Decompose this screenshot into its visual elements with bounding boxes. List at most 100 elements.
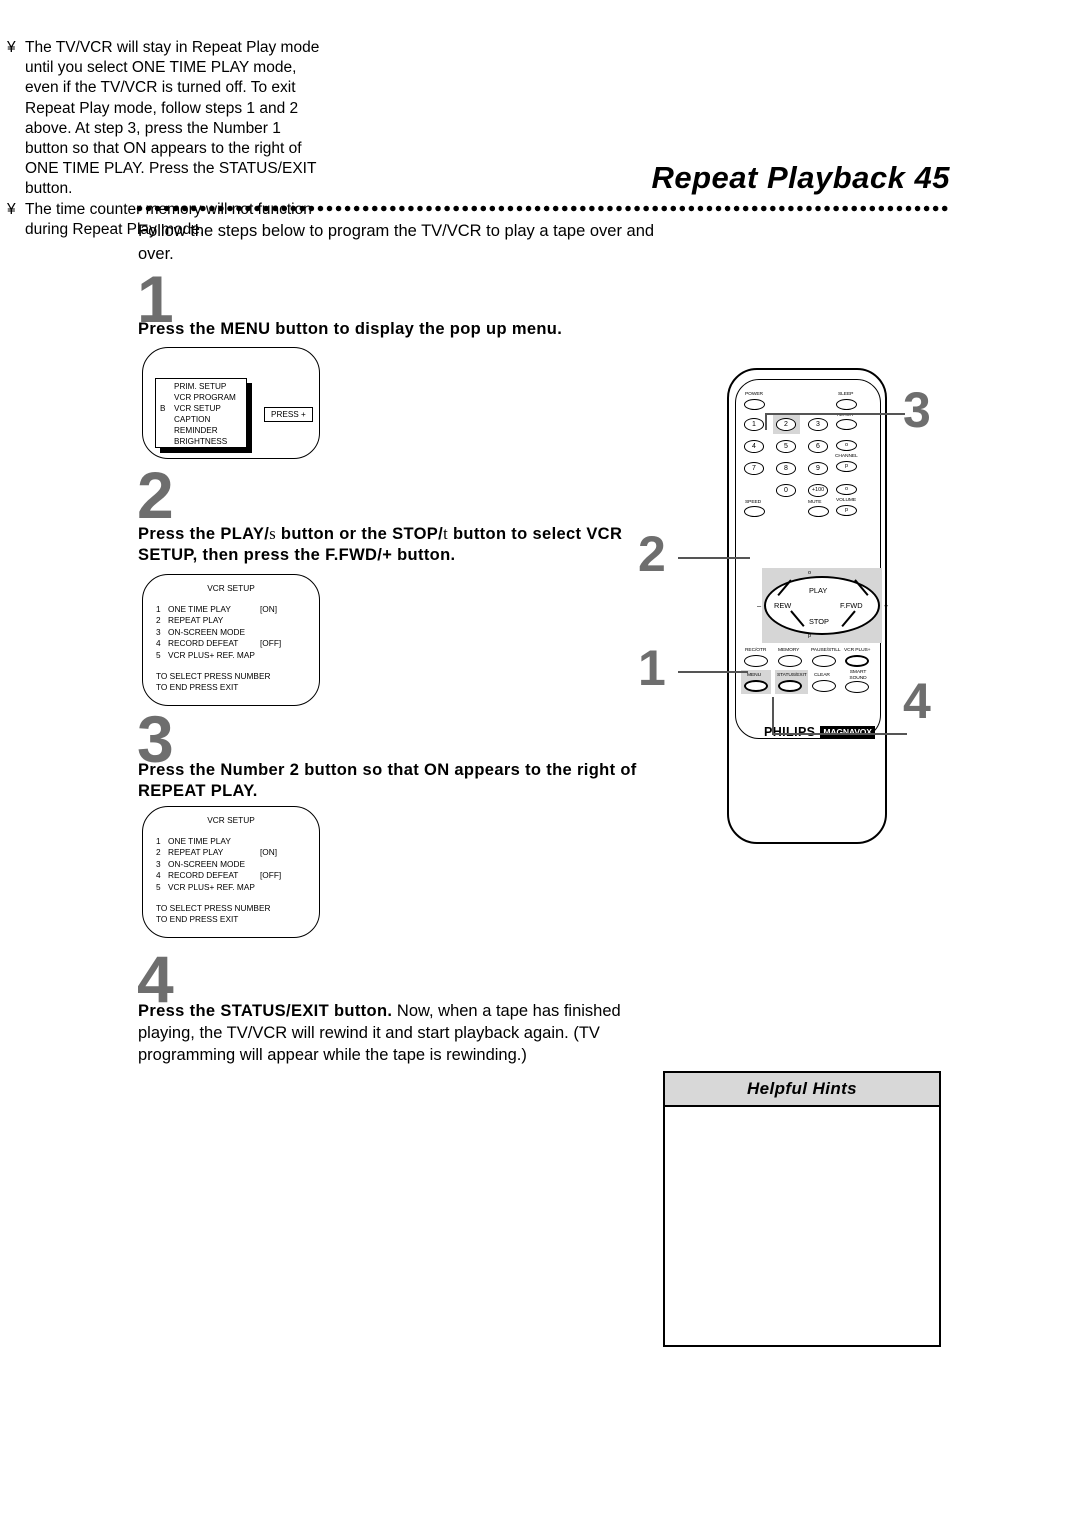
rec-otr-button[interactable] xyxy=(744,655,768,667)
volume-label: VOLUME xyxy=(836,498,857,503)
pause-still-label: PAUSE/STILL xyxy=(811,648,841,653)
row-label: VCR PLUS+ REF. MAP xyxy=(168,649,255,660)
vcr-setup-row: 3 ON-SCREEN MODE xyxy=(156,859,306,871)
popup-menu-item-label: REMINDER xyxy=(174,426,218,435)
rew-button-label[interactable]: REW xyxy=(774,601,791,610)
step-heading-2: Press the PLAY/s button or the STOP/t bu… xyxy=(138,523,654,566)
channel-up-button[interactable]: o xyxy=(836,440,857,451)
magnavox-wordmark: MAGNAVOX xyxy=(820,725,875,739)
play-button-label[interactable]: PLAY xyxy=(809,586,827,595)
brand-logo: PHILIPS MAGNAVOX xyxy=(764,725,875,739)
number-button-6[interactable]: 6 xyxy=(808,440,828,453)
popup-menu: PRIM. SETUP VCR PROGRAM B VCR SETUP CAPTI… xyxy=(155,378,247,448)
vcr-setup-footer-1: TO SELECT PRESS NUMBER xyxy=(156,902,271,913)
row-number: 5 xyxy=(156,881,161,892)
vcr-setup-row: 2 REPEAT PLAY [ON] xyxy=(156,847,306,859)
vcr-plus-button[interactable] xyxy=(845,655,869,667)
popup-menu-item-4: REMINDER xyxy=(156,425,246,436)
callout-number-1: 1 xyxy=(638,640,666,696)
row-label: REPEAT PLAY xyxy=(168,615,224,626)
popup-menu-item-label: CAPTION xyxy=(174,415,211,424)
step-heading-3: Press the Number 2 button so that ON app… xyxy=(138,761,637,800)
plus-symbol: + xyxy=(884,601,889,610)
number-button-5[interactable]: 5 xyxy=(776,440,796,453)
step2-text-b: button or the STOP/ xyxy=(275,525,444,543)
channel-label: CHANNEL xyxy=(835,454,858,459)
row-number: 5 xyxy=(156,649,161,660)
helpful-hints-title: Helpful Hints xyxy=(665,1073,939,1107)
number-button-0[interactable]: 0 xyxy=(776,484,796,497)
popup-menu-item-3: CAPTION xyxy=(156,414,246,425)
step-number-1: 1 xyxy=(137,262,174,336)
hint-item: ¥ The time counter memory will not funct… xyxy=(7,200,327,240)
step-number-3: 3 xyxy=(137,702,174,776)
step-heading-4: Press the STATUS/EXIT button. Now, when … xyxy=(138,1000,658,1066)
step-number-4: 4 xyxy=(137,942,174,1016)
hint-text: The TV/VCR will stay in Repeat Play mode… xyxy=(25,39,320,198)
callout-number-3: 3 xyxy=(903,382,931,438)
row-label: VCR PLUS+ REF. MAP xyxy=(168,881,255,892)
helpful-hints-content: ¥ The TV/VCR will stay in Repeat Play mo… xyxy=(7,38,327,240)
press-plus-badge: PRESS + xyxy=(264,407,313,422)
row-number: 1 xyxy=(156,835,161,846)
vcr-setup-title: VCR SETUP xyxy=(207,583,255,593)
leader-line-callout-3-stem xyxy=(765,413,768,430)
number-button-1[interactable]: 1 xyxy=(744,418,764,431)
vcr-setup-footer-1: TO SELECT PRESS NUMBER xyxy=(156,670,271,681)
number-button-9[interactable]: 9 xyxy=(808,462,828,475)
vcr-setup-footer-2: TO END PRESS EXIT xyxy=(156,682,239,693)
leader-line-callout-4-stem xyxy=(772,697,775,735)
popup-menu-item-label: VCR PROGRAM xyxy=(174,393,236,402)
clear-button[interactable] xyxy=(812,680,836,692)
vcr-setup-row: 5 VCR PLUS+ REF. MAP xyxy=(156,650,306,662)
row-number: 3 xyxy=(156,626,161,637)
menu-button[interactable] xyxy=(744,680,768,692)
vcr-setup-row: 2 REPEAT PLAY xyxy=(156,615,306,627)
vcr-setup-row: 1 ONE TIME PLAY [ON] xyxy=(156,604,306,616)
number-button-4[interactable]: 4 xyxy=(744,440,764,453)
stop-button-label[interactable]: STOP xyxy=(809,617,829,626)
number-button-8[interactable]: 8 xyxy=(776,462,796,475)
popup-menu-item-2: B VCR SETUP xyxy=(156,403,246,414)
transport-down-arrow: p xyxy=(808,633,812,639)
leader-line-callout-2 xyxy=(678,557,750,560)
popup-menu-item-label: PRIM. SETUP xyxy=(174,382,227,391)
volume-up-button[interactable]: o xyxy=(836,484,857,495)
remote-keypad-area: POWER SLEEP 1 2 3 ALT.CH 4 5 6 o CHANNEL… xyxy=(735,379,888,739)
hint-item: ¥ The TV/VCR will stay in Repeat Play mo… xyxy=(7,38,327,200)
power-button[interactable] xyxy=(744,399,765,410)
number-button-2[interactable]: 2 xyxy=(776,418,796,431)
vcr-plus-label: VCR PLUS+ xyxy=(844,648,871,653)
volume-down-button[interactable]: p xyxy=(836,505,857,516)
page-title: Repeat Playback 45 xyxy=(651,160,950,195)
step-number-2: 2 xyxy=(137,458,174,532)
smart-sound-button[interactable] xyxy=(845,681,869,693)
sleep-button[interactable] xyxy=(836,399,857,410)
pause-still-button[interactable] xyxy=(812,655,836,667)
speed-button[interactable] xyxy=(744,506,765,517)
leader-line-callout-4 xyxy=(772,733,907,736)
smart-sound-label: SMART SOUND xyxy=(849,670,867,681)
row-number: 4 xyxy=(156,870,161,881)
row-number: 4 xyxy=(156,638,161,649)
helpful-hints-box: Helpful Hints xyxy=(663,1071,941,1347)
row-label: ON-SCREEN MODE xyxy=(168,858,245,869)
popup-menu-item-label: VCR SETUP xyxy=(174,404,221,413)
status-exit-button[interactable] xyxy=(778,680,802,692)
step2-text-a: Press the PLAY/ xyxy=(138,525,270,543)
plus-100-button[interactable]: +100 xyxy=(808,484,828,497)
number-button-7[interactable]: 7 xyxy=(744,462,764,475)
play-arrow-symbol: s xyxy=(269,524,276,543)
ffwd-button-label[interactable]: F.FWD xyxy=(840,601,863,610)
alt-ch-button[interactable] xyxy=(836,419,857,430)
channel-down-button[interactable]: p xyxy=(836,461,857,472)
row-number: 2 xyxy=(156,615,161,626)
vcr-setup-screen-step2: VCR SETUP 1 ONE TIME PLAY [ON] 2 REPEAT PLA… xyxy=(156,583,306,694)
row-value: [OFF] xyxy=(260,638,282,649)
vcr-setup-title: VCR SETUP xyxy=(207,815,255,825)
memory-button[interactable] xyxy=(778,655,802,667)
speed-label: SPEED xyxy=(745,500,762,505)
popup-menu-item-5: BRIGHTNESS xyxy=(156,436,246,447)
mute-button[interactable] xyxy=(808,506,829,517)
number-button-3[interactable]: 3 xyxy=(808,418,828,431)
